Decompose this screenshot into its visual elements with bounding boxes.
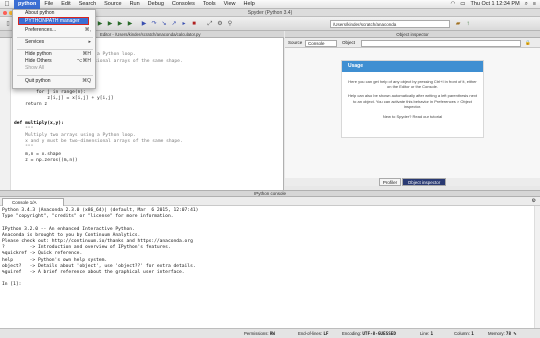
stop-debug-icon[interactable]: ■: [190, 20, 198, 28]
tab-object-inspector[interactable]: Object inspector: [402, 178, 446, 186]
quit-label: Quit python: [25, 78, 51, 84]
hide-others-label: Hide Others: [25, 58, 52, 64]
new-file-icon[interactable]: ▯: [4, 20, 12, 28]
preferences-icon[interactable]: ⚙: [216, 20, 224, 28]
menu-edit[interactable]: Edit: [57, 0, 74, 9]
menubar:  python File Edit Search Source Run Deb…: [0, 0, 540, 9]
console-line: In [1]:: [2, 282, 22, 288]
column-status: Column: 1: [454, 331, 474, 337]
step-return-icon[interactable]: ↗: [170, 20, 178, 28]
usage-text-1: Here you can get help of any object by p…: [348, 79, 477, 90]
menu-file[interactable]: File: [40, 0, 57, 9]
menu-tools[interactable]: Tools: [199, 0, 220, 9]
menu-search[interactable]: Search: [75, 0, 100, 9]
menu-run[interactable]: Run: [126, 0, 144, 9]
clock[interactable]: Thu Oct 1 12:34 PM: [470, 1, 519, 7]
hide-label: Hide python: [25, 51, 52, 57]
menu-item-services[interactable]: Services ▸: [13, 39, 97, 46]
app-menu-dropdown: About python PYTHONPATH manager Preferen…: [12, 9, 96, 89]
hide-shortcut: ⌘H: [82, 51, 91, 57]
menu-item-about[interactable]: About python: [13, 10, 97, 17]
menu-separator: [17, 37, 93, 38]
run-selection-icon[interactable]: ▶: [126, 20, 134, 28]
options-icon[interactable]: ⚙: [532, 198, 536, 204]
maximize-pane-icon[interactable]: ⤢: [206, 20, 214, 28]
eol-status: End-of-lines: LF: [298, 331, 329, 337]
menu-debug[interactable]: Debug: [144, 0, 168, 9]
code-line: x and y must be two-dimensional arrays o…: [14, 139, 183, 145]
menu-separator: [17, 75, 93, 76]
search-icon[interactable]: ⌕: [525, 1, 528, 8]
browse-directory-icon[interactable]: ▰: [454, 20, 462, 28]
source-select[interactable]: Console: [305, 39, 337, 47]
usage-card: Usage Here you can get help of any objec…: [341, 60, 484, 138]
lock-icon[interactable]: 🔒: [525, 40, 531, 46]
console-line: %guiref -> A brief reference about the g…: [2, 270, 185, 276]
step-into-icon[interactable]: ↘: [160, 20, 168, 28]
editor-gutter: [0, 38, 11, 190]
object-inspector-tabs: Profiler Object inspector: [285, 178, 540, 186]
menu-app[interactable]: python: [14, 0, 41, 9]
menu-item-pythonpath-manager[interactable]: PYTHONPATH manager: [18, 17, 89, 25]
menu-consoles[interactable]: Consoles: [168, 0, 199, 9]
parent-directory-icon[interactable]: ↑: [464, 20, 472, 28]
working-directory-input[interactable]: /Users/kinder/scratch/anaconda: [330, 20, 450, 28]
object-input[interactable]: [361, 39, 521, 47]
memory-status: Memory: 78 %: [488, 331, 517, 337]
usage-text-2: Help can also be shown automatically aft…: [348, 93, 477, 109]
run-cell-icon[interactable]: ▶: [106, 20, 114, 28]
source-label: Source: [288, 40, 303, 45]
continue-icon[interactable]: ▸: [180, 20, 188, 28]
console-title: IPython console: [0, 190, 540, 197]
menu-item-quit[interactable]: Quit python ⌘Q: [13, 78, 97, 85]
menu-view[interactable]: View: [220, 0, 240, 9]
debug-icon[interactable]: ▶: [140, 20, 148, 28]
object-inspector-title: Object inspector: [285, 31, 540, 38]
menu-source[interactable]: Source: [100, 0, 125, 9]
line-status: Line: 1: [420, 331, 434, 337]
run-icon[interactable]: ▶: [96, 20, 104, 28]
menu-item-preferences[interactable]: Preferences... ⌘,: [13, 27, 97, 34]
encoding-status: Encoding: UTF-8-GUESSED: [342, 331, 396, 337]
console-tabbar: Console 1/A ⚙: [0, 197, 540, 206]
console-pane[interactable]: Python 3.4.3 |Anaconda 2.3.0 (x86_64)| (…: [0, 206, 540, 328]
object-inspector-body: Usage Here you can get help of any objec…: [285, 48, 540, 178]
permissions-status: Permissions: RW: [244, 331, 275, 337]
console-line: Type "copyright", "credits" or "license"…: [2, 214, 174, 220]
pythonpath-icon[interactable]: ⚲: [226, 20, 234, 28]
step-icon[interactable]: ↷: [150, 20, 158, 28]
console-scrollbar[interactable]: [534, 206, 540, 328]
console-output[interactable]: Python 3.4.3 |Anaconda 2.3.0 (x86_64)| (…: [2, 208, 198, 289]
tab-profiler[interactable]: Profiler: [379, 178, 401, 186]
tab-console[interactable]: Console 1/A: [2, 198, 64, 206]
list-icon[interactable]: ≡: [533, 1, 536, 7]
services-label: Services: [25, 39, 45, 45]
code-line: z = np.zeros((m,n)): [14, 157, 78, 163]
chevron-right-icon: ▸: [88, 39, 91, 45]
preferences-label: Preferences...: [25, 27, 57, 33]
window-title: Spyder (Python 3.4): [247, 10, 293, 16]
preferences-shortcut: ⌘,: [84, 27, 91, 33]
menu-item-hide-others[interactable]: Hide Others ⌥⌘H: [13, 58, 97, 65]
console-tab-label: Console 1/A: [12, 200, 37, 205]
quit-shortcut: ⌘Q: [82, 78, 91, 84]
close-window-icon[interactable]: [3, 11, 7, 15]
run-cell-advance-icon[interactable]: ▶: [116, 20, 124, 28]
wifi-icon[interactable]: ◠: [450, 1, 455, 7]
menu-item-hide[interactable]: Hide python ⌘H: [13, 51, 97, 58]
menu-help[interactable]: Help: [240, 0, 259, 9]
battery-icon[interactable]: ▭: [460, 1, 465, 7]
menu-separator: [17, 49, 93, 50]
apple-icon[interactable]: : [0, 1, 14, 8]
usage-text-3[interactable]: New to Spyder? Read our tutorial: [342, 114, 483, 119]
usage-heading: Usage: [342, 61, 483, 72]
object-inspector-bar: Source Console Object 🔒: [285, 38, 540, 48]
hide-others-shortcut: ⌥⌘H: [76, 58, 91, 64]
menu-item-show-all[interactable]: Show All: [13, 65, 97, 72]
statusbar: Permissions: RW End-of-lines: LF Encodin…: [0, 328, 540, 338]
object-label: Object: [342, 40, 356, 45]
